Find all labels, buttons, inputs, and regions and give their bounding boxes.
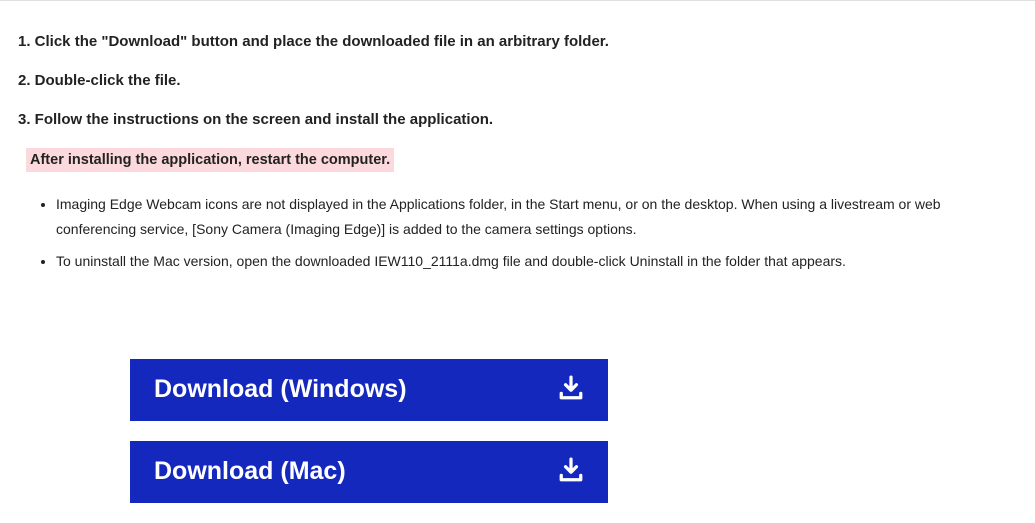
step-3: 3. Follow the instructions on the screen… [18,109,1017,130]
restart-note: After installing the application, restar… [26,148,394,172]
download-mac-button[interactable]: Download (Mac) [130,441,608,503]
notes-list: Imaging Edge Webcam icons are not displa… [18,192,1017,274]
step-2: 2. Double-click the file. [18,70,1017,91]
step-1: 1. Click the "Download" button and place… [18,31,1017,52]
download-icon [558,375,584,404]
download-icon [558,457,584,486]
download-mac-label: Download (Mac) [154,457,346,486]
note-item: Imaging Edge Webcam icons are not displa… [56,192,1017,242]
download-windows-label: Download (Windows) [154,375,407,404]
note-item: To uninstall the Mac version, open the d… [56,249,1017,274]
download-windows-button[interactable]: Download (Windows) [130,359,608,421]
